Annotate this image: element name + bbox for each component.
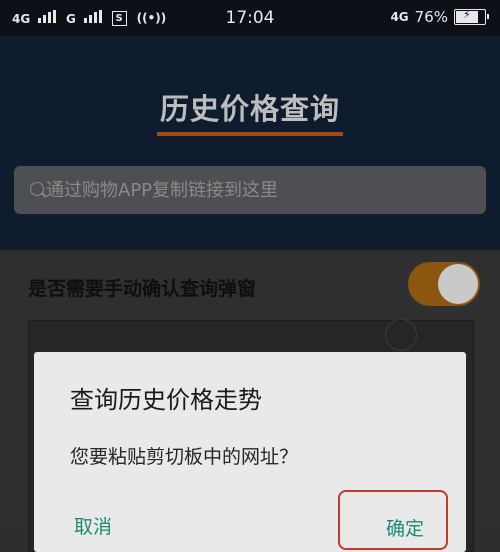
ok-button[interactable]: 确定 (338, 490, 448, 550)
search-input[interactable] (46, 178, 466, 202)
battery-percent: 76% (414, 8, 448, 26)
card-close-icon (385, 319, 417, 351)
network-type-right: 4G (390, 10, 409, 24)
confirm-dialog: 查询历史价格走势 您要粘贴剪切板中的网址？ 取消 确定 (34, 352, 466, 552)
header: 历史价格查询 (0, 36, 500, 250)
search-box[interactable] (14, 166, 486, 214)
battery-icon: ⚡ (454, 8, 489, 25)
confirm-toggle[interactable] (408, 262, 480, 306)
cancel-button[interactable]: 取消 (74, 512, 112, 539)
toggle-knob (438, 264, 478, 304)
status-bar: 4G G S ((•)) 17:04 4G 76% ⚡ (0, 0, 500, 36)
toggle-label: 是否需要手动确认查询弹窗 (28, 278, 257, 300)
page-title: 历史价格查询 (159, 92, 340, 126)
title-underline (157, 132, 343, 136)
dialog-message: 您要粘贴剪切板中的网址？ (70, 446, 299, 468)
status-right: 4G 76% ⚡ (390, 8, 489, 26)
dialog-title: 查询历史价格走势 (70, 386, 262, 414)
search-icon (30, 182, 44, 196)
